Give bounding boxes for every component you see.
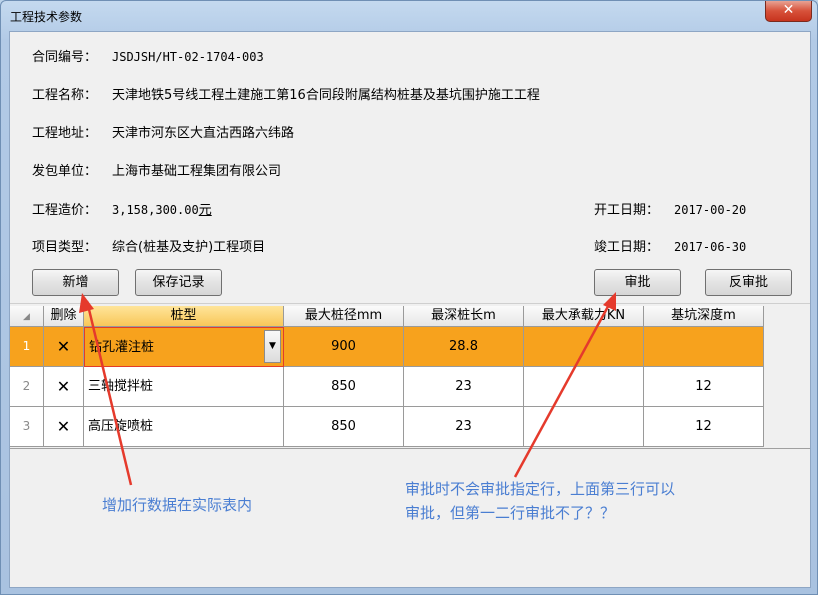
close-icon: ✕ (56, 417, 71, 436)
max-diameter-cell[interactable]: 850 (284, 367, 404, 407)
annotation-left: 增加行数据在实际表内 (102, 496, 253, 514)
close-icon: ✕ (56, 377, 71, 396)
cost-unit: 元 (198, 203, 212, 218)
pile-grid[interactable]: ◢ 删除 桩型 最大桩径mm 最深桩长m 最大承载力KN 基坑深度m 1 ✕ 钻… (10, 304, 810, 449)
pit-depth-cell[interactable]: 12 (644, 367, 764, 407)
end-date-value: 2017-06-30 (674, 240, 747, 254)
address-label: 工程地址： (32, 126, 98, 141)
add-button[interactable]: 新增 (32, 269, 119, 296)
close-icon: ✕ (56, 337, 71, 356)
max-diameter-cell[interactable]: 850 (284, 407, 404, 447)
client-label: 发包单位： (32, 164, 98, 179)
row-number[interactable]: 1 (10, 327, 44, 367)
header-pile-type[interactable]: 桩型 (84, 306, 284, 327)
pile-type-combo[interactable]: 钻孔灌注桩 ▼ (84, 327, 284, 367)
start-date-value: 2017-00-20 (674, 203, 747, 217)
max-length-cell[interactable]: 23 (404, 367, 524, 407)
pile-type-value: 钻孔灌注桩 (89, 340, 155, 355)
project-name-label: 工程名称： (32, 88, 98, 103)
save-record-button[interactable]: 保存记录 (135, 269, 222, 296)
end-date-label: 竣工日期： (594, 240, 660, 255)
dialog-body: 合同编号： JSDJSH/HT-02-1704-003 工程名称： 天津地铁5号线工… (9, 31, 811, 588)
chevron-down-icon[interactable]: ▼ (264, 330, 281, 363)
address-value: 天津市河东区大直沽西路六纬路 (112, 126, 295, 141)
max-load-cell[interactable] (524, 407, 644, 447)
contract-label: 合同编号： (32, 50, 98, 65)
address-row: 工程地址： 天津市河东区大直沽西路六纬路 (32, 122, 294, 141)
contract-row: 合同编号： JSDJSH/HT-02-1704-003 (32, 46, 264, 65)
project-name-row: 工程名称： 天津地铁5号线工程土建施工第16合同段附属结构桩基及基坑围护施工工程 (32, 84, 540, 103)
annotation-right-line1: 审批时不会审批指定行，上面第三行可以 (405, 480, 676, 498)
header-max-load[interactable]: 最大承载力KN (524, 306, 644, 327)
title-bar[interactable]: 工程技术参数 ✕ (1, 1, 817, 31)
dialog-window: 工程技术参数 ✕ 合同编号： JSDJSH/HT-02-1704-003 工程名称… (0, 0, 818, 595)
contract-value: JSDJSH/HT-02-1704-003 (112, 50, 264, 64)
unapprove-button[interactable]: 反审批 (705, 269, 792, 296)
window-title: 工程技术参数 (10, 10, 83, 24)
annotation-right-line2: 审批，但第一二行审批不了？？ (405, 504, 616, 522)
project-type-label: 项目类型： (32, 240, 98, 255)
max-load-cell[interactable] (524, 327, 644, 367)
grid-corner[interactable]: ◢ (10, 306, 44, 327)
header-max-length[interactable]: 最深桩长m (404, 306, 524, 327)
end-date-row: 竣工日期： 2017-06-30 (594, 236, 746, 255)
start-date-row: 开工日期： 2017-00-20 (594, 199, 746, 218)
row-number[interactable]: 3 (10, 407, 44, 447)
approve-button[interactable]: 审批 (594, 269, 681, 296)
header-delete[interactable]: 删除 (44, 306, 84, 327)
client-row: 发包单位： 上海市基础工程集团有限公司 (32, 160, 281, 179)
client-value: 上海市基础工程集团有限公司 (112, 164, 282, 179)
max-load-cell[interactable] (524, 367, 644, 407)
header-max-diameter[interactable]: 最大桩径mm (284, 306, 404, 327)
pit-depth-cell[interactable] (644, 327, 764, 367)
row-number[interactable]: 2 (10, 367, 44, 407)
close-button[interactable]: ✕ (765, 1, 812, 22)
pit-depth-cell[interactable]: 12 (644, 407, 764, 447)
max-length-cell[interactable]: 28.8 (404, 327, 524, 367)
pile-type-cell[interactable]: 高压旋喷桩 (84, 407, 284, 447)
project-type-value: 综合(桩基及支护)工程项目 (112, 240, 266, 255)
delete-row-button[interactable]: ✕ (44, 367, 84, 407)
project-name-value: 天津地铁5号线工程土建施工第16合同段附属结构桩基及基坑围护施工工程 (112, 88, 540, 103)
header-pit-depth[interactable]: 基坑深度m (644, 306, 764, 327)
cost-label: 工程造价： (32, 203, 98, 218)
delete-row-button[interactable]: ✕ (44, 407, 84, 447)
start-date-label: 开工日期： (594, 203, 660, 218)
max-length-cell[interactable]: 23 (404, 407, 524, 447)
delete-row-button[interactable]: ✕ (44, 327, 84, 367)
pile-type-cell[interactable]: 三轴搅拌桩 (84, 367, 284, 407)
max-diameter-cell[interactable]: 900 (284, 327, 404, 367)
cost-value: 3,158,300.00 (112, 203, 199, 217)
cost-row: 工程造价： 3,158,300.00元 (32, 199, 212, 218)
project-type-row: 项目类型： 综合(桩基及支护)工程项目 (32, 236, 265, 255)
